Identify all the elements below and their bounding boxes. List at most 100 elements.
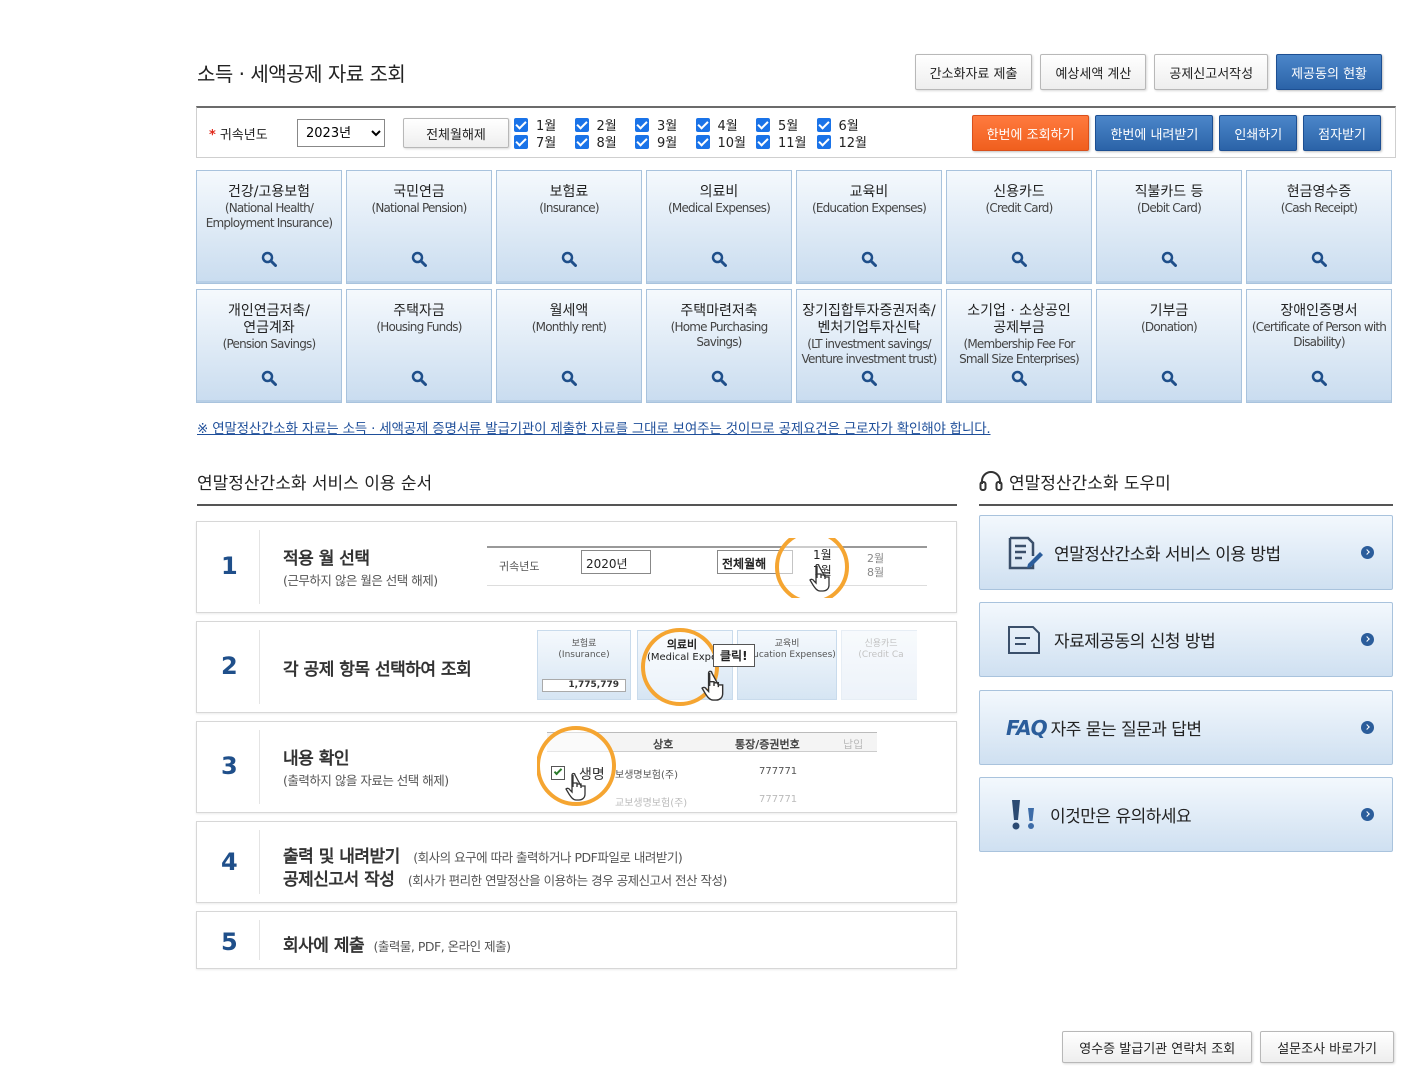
search-icon[interactable] [1311, 370, 1327, 386]
step-title: 적용 월 선택 [283, 549, 370, 569]
help-item-usage[interactable]: 연말정산간소화 서비스 이용 방법 [979, 515, 1393, 590]
month-checkbox-3[interactable]: 3월 [635, 116, 696, 134]
deduction-form-button[interactable]: 공제신고서작성 [1154, 54, 1269, 90]
category-tile[interactable]: 보험료 (Insurance) [496, 170, 642, 284]
category-subtitle: (Donation) [1141, 320, 1198, 334]
usage-steps-title: 연말정산간소화 서비스 이용 순서 [197, 469, 957, 506]
search-icon[interactable] [261, 251, 277, 267]
preview-year-select: 2020년 [581, 550, 651, 574]
category-tile[interactable]: 직불카드 등 (Debit Card) [1096, 170, 1242, 284]
category-tile[interactable]: 장애인증명서 (Certificate of Person with Disabi… [1246, 289, 1392, 403]
preview-tile-value: 1,775,779 [542, 679, 626, 692]
print-button[interactable]: 인쇄하기 [1219, 115, 1298, 151]
notice-text[interactable]: ※ 연말정산간소화 자료는 소득 · 세액공제 증명서류 발급기관이 제출한 자… [197, 417, 991, 437]
category-tile[interactable]: 의료비 (Medical Expenses) [646, 170, 792, 284]
category-tile[interactable]: 국민연금 (National Pension) [346, 170, 492, 284]
issuer-contact-button[interactable]: 영수증 발급기관 연락처 조회 [1062, 1031, 1253, 1063]
arrow-right-icon [1361, 633, 1374, 646]
category-title: 소기업 · 소상공인 공제부금 [967, 303, 1071, 336]
survey-button[interactable]: 설문조사 바로가기 [1260, 1031, 1394, 1063]
category-tile[interactable]: 주택자금 (Housing Funds) [346, 289, 492, 403]
preview-tile-en: (Credit Ca [858, 650, 904, 660]
category-tile[interactable]: 월세액 (Monthly rent) [496, 289, 642, 403]
category-title: 국민연금 [393, 184, 445, 200]
category-tile[interactable]: 개인연금저축/ 연금계좌 (Pension Savings) [196, 289, 342, 403]
consent-status-button[interactable]: 제공동의 현황 [1276, 54, 1382, 90]
search-icon[interactable] [1161, 370, 1177, 386]
help-item-caution[interactable]: 이것만은 유의하세요 [979, 777, 1393, 852]
category-tile[interactable]: 현금영수증 (Cash Receipt) [1246, 170, 1392, 284]
checkbox-checked-icon[interactable] [574, 134, 589, 149]
search-icon[interactable] [711, 370, 727, 386]
category-subtitle: (Medical Expenses) [668, 201, 771, 215]
search-icon[interactable] [1161, 251, 1177, 267]
step-1: 1 적용 월 선택 (근무하지 않은 월은 선택 해제) 귀속년도 2020년 … [196, 521, 957, 613]
checkbox-checked-icon[interactable] [756, 134, 770, 149]
preview-tile-title: 신용카드 [864, 639, 898, 649]
arrow-right-icon [1361, 546, 1374, 559]
checkbox-checked-icon[interactable] [635, 134, 649, 149]
category-tile[interactable]: 기부금 (Donation) [1096, 289, 1242, 403]
search-icon[interactable] [1311, 251, 1327, 267]
search-icon[interactable] [861, 370, 877, 386]
category-tile[interactable]: 소기업 · 소상공인 공제부금 (Membership Fee For Small… [946, 289, 1092, 403]
search-icon[interactable] [261, 370, 277, 386]
checkbox-checked-icon[interactable] [816, 117, 831, 132]
month-checkbox-11[interactable]: 11월 [756, 133, 817, 151]
checkbox-checked-icon[interactable] [695, 134, 710, 149]
month-checkbox-5[interactable]: 5월 [756, 116, 817, 134]
category-title: 건강/고용보험 [228, 184, 310, 200]
help-item-faq[interactable]: FAQ 자주 묻는 질문과 답변 [979, 690, 1393, 765]
search-icon[interactable] [861, 251, 877, 267]
checkbox-checked-icon[interactable] [574, 117, 589, 132]
braille-button[interactable]: 점자받기 [1303, 115, 1381, 151]
checkbox-checked-icon[interactable] [816, 134, 831, 149]
year-select[interactable]: 2023년 [297, 119, 385, 147]
category-subtitle: (Cash Receipt) [1280, 201, 1358, 215]
exclamation-icon [1012, 799, 1034, 829]
checkbox-checked-icon[interactable] [695, 117, 710, 132]
help-item-consent[interactable]: 자료제공동의 신청 방법 [979, 602, 1393, 677]
category-title: 의료비 [699, 184, 739, 200]
step-2: 2 각 공제 항목 선택하여 조회 보험료 (Insurance) 1,775,… [196, 621, 957, 713]
query-all-button[interactable]: 한번에 조회하기 [971, 115, 1090, 151]
month-checkbox-9[interactable]: 9월 [635, 133, 696, 151]
month-checkbox-2[interactable]: 2월 [574, 116, 636, 134]
category-subtitle: (Education Expenses) [811, 201, 927, 215]
month-checkbox-4[interactable]: 4월 [695, 116, 757, 134]
month-checkbox-7[interactable]: 7월 [514, 133, 575, 151]
category-title: 직불카드 등 [1134, 184, 1204, 200]
bottom-button-group: 영수증 발급기관 연락처 조회 설문조사 바로가기 [1062, 1031, 1394, 1063]
preview-tile-title: 보험료 [571, 639, 597, 649]
month-checkbox-6[interactable]: 6월 [816, 116, 878, 134]
checkbox-checked-icon[interactable] [635, 117, 649, 132]
category-title: 장애인증명서 [1280, 303, 1358, 319]
category-tile[interactable]: 교육비 (Education Expenses) [796, 170, 942, 284]
search-icon[interactable] [1011, 251, 1027, 267]
preview-tile-en: (Insurance) [558, 650, 610, 660]
checkbox-checked-icon[interactable] [514, 134, 528, 149]
search-icon[interactable] [1011, 370, 1027, 386]
month-checkbox-8[interactable]: 8월 [574, 133, 636, 151]
checkbox-checked-icon[interactable] [756, 117, 770, 132]
search-icon[interactable] [561, 251, 577, 267]
category-tile[interactable]: 건강/고용보험 (National Health/ Employment Insu… [196, 170, 342, 284]
category-tile[interactable]: 주택마련저축 (Home Purchasing Savings) [646, 289, 792, 403]
month-checkbox-10[interactable]: 10월 [695, 133, 757, 151]
clear-all-months-button[interactable]: 전체월해제 [403, 118, 509, 148]
checkbox-checked-icon[interactable] [514, 117, 528, 132]
step-number: 5 [221, 928, 238, 956]
category-tile[interactable]: 장기집합투자증권저축/ 벤처기업투자신탁 (LT investment savin… [796, 289, 942, 403]
search-icon[interactable] [411, 251, 427, 267]
month-checkbox-1[interactable]: 1월 [514, 116, 575, 134]
search-icon[interactable] [561, 370, 577, 386]
search-icon[interactable] [411, 370, 427, 386]
submit-simplified-data-button[interactable]: 간소화자료 제출 [914, 54, 1033, 90]
month-checkbox-12[interactable]: 12월 [816, 133, 878, 151]
step-number: 2 [221, 652, 238, 680]
search-icon[interactable] [711, 251, 727, 267]
category-tile[interactable]: 신용카드 (Credit Card) [946, 170, 1092, 284]
download-all-button[interactable]: 한번에 내려받기 [1095, 115, 1214, 151]
category-title: 월세액 [549, 303, 589, 319]
estimate-tax-button[interactable]: 예상세액 계산 [1040, 54, 1147, 90]
